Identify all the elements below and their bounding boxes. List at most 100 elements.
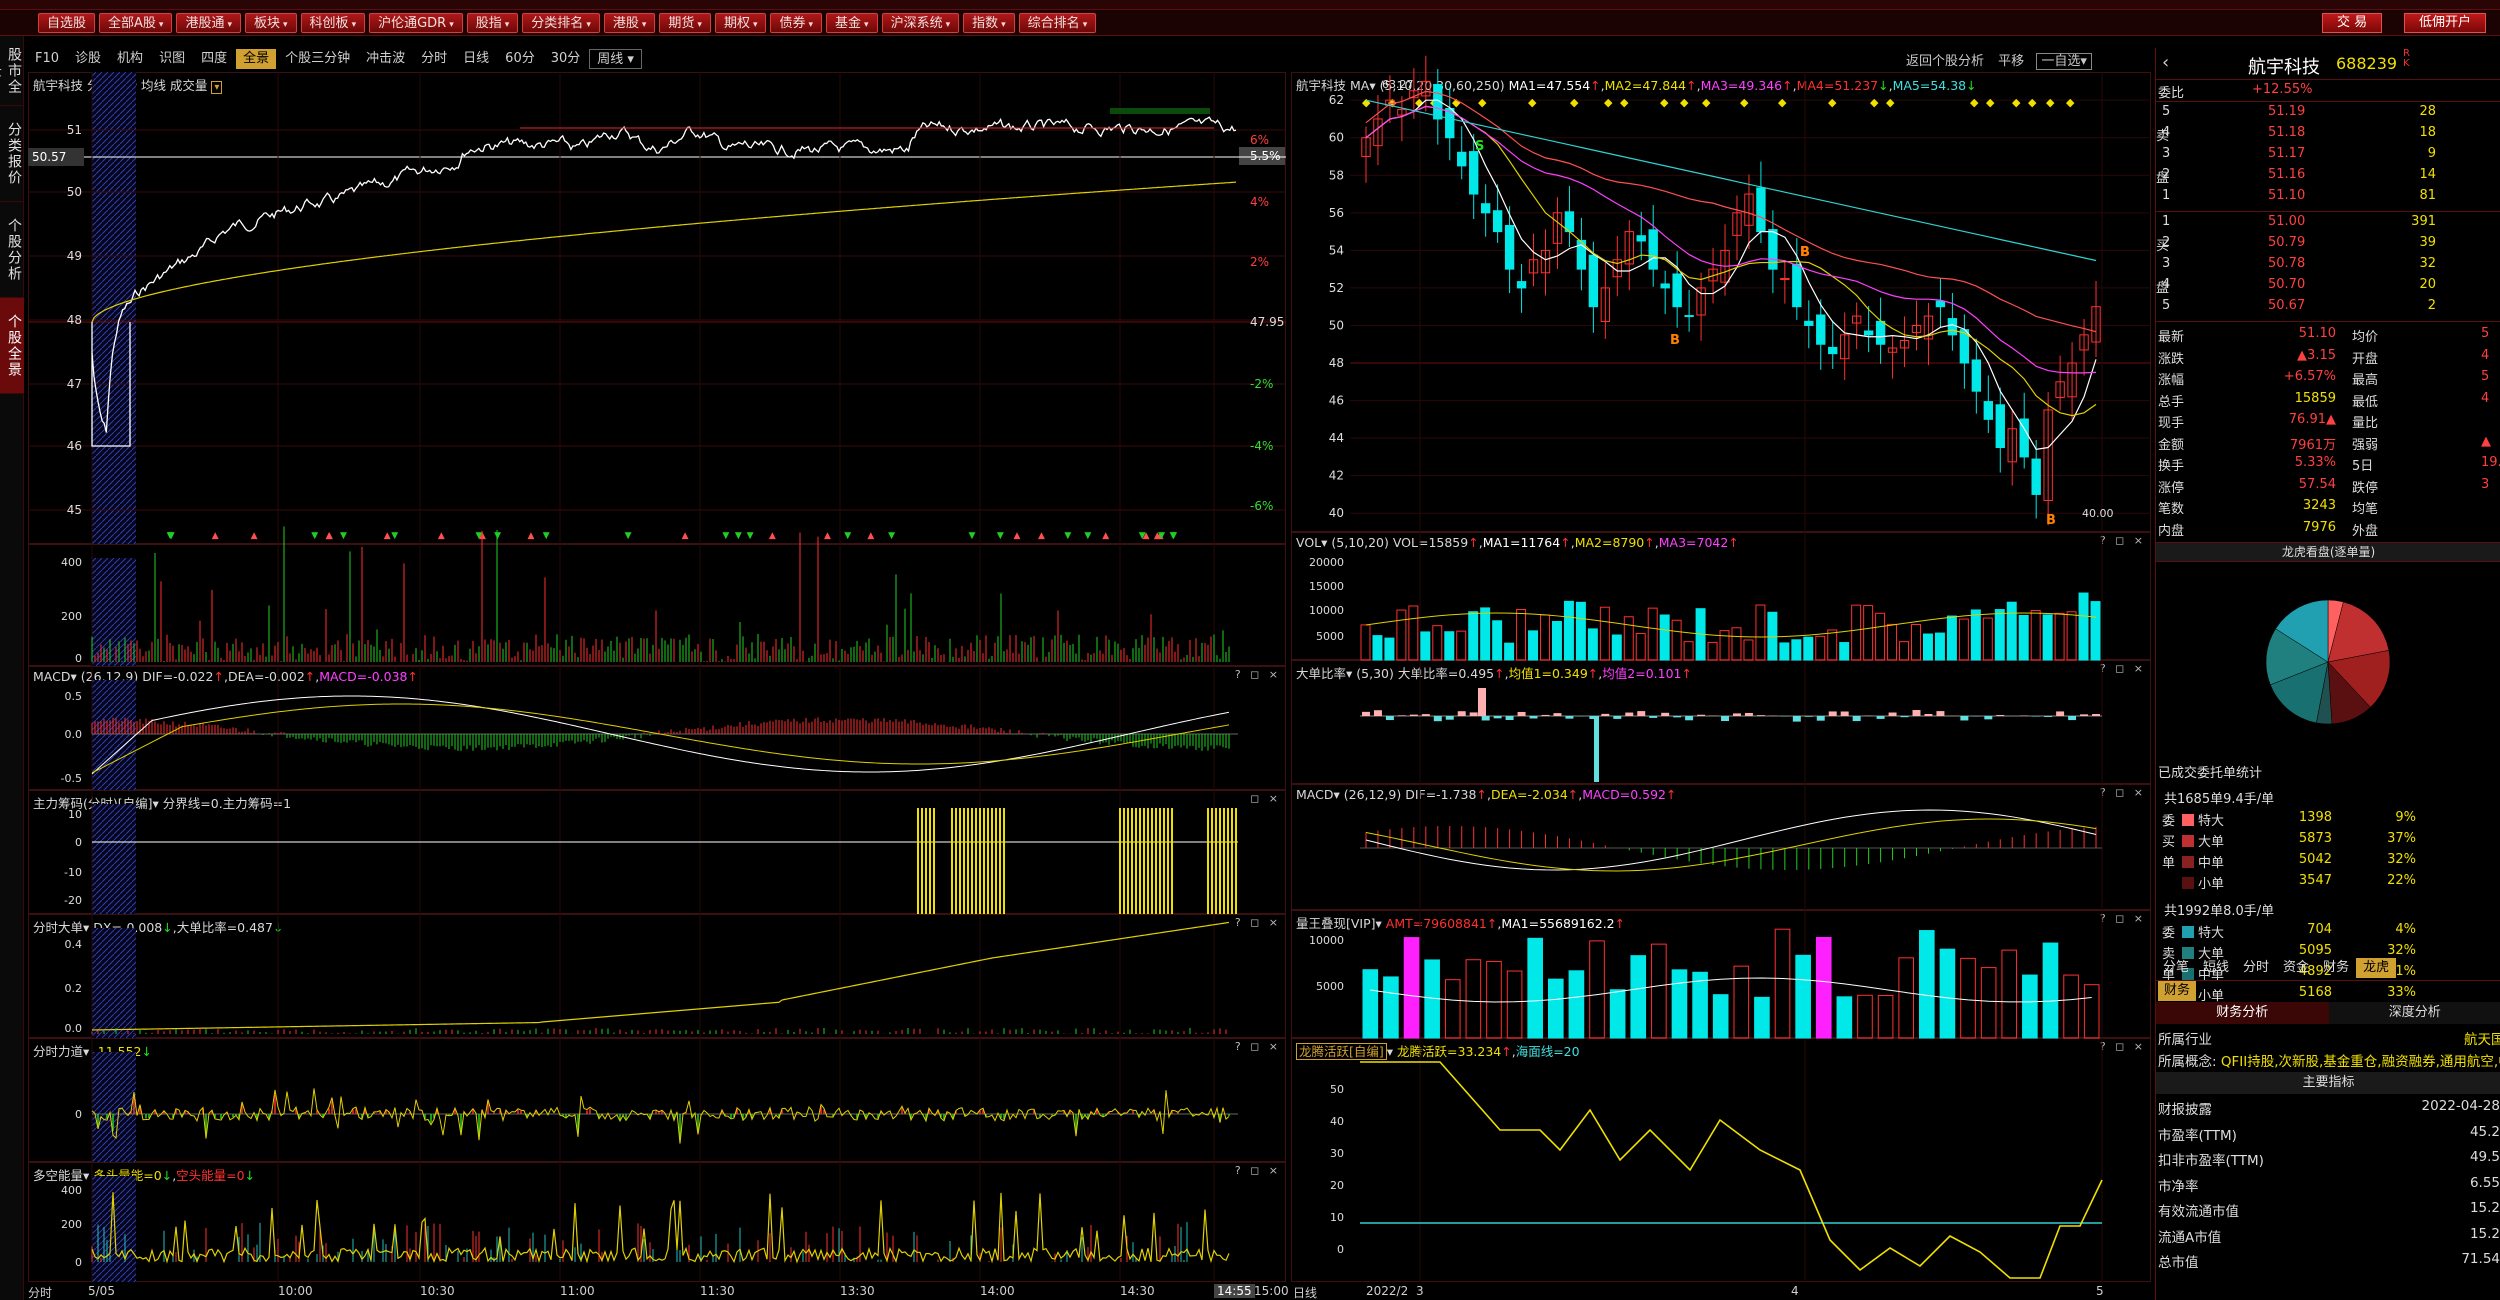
fin-label: 市盈率(TTM): [2158, 1127, 2237, 1144]
diamond-marker: ◆: [1660, 96, 1669, 109]
info-tab-3[interactable]: 资金: [2276, 958, 2316, 978]
vip-bar: [2001, 949, 2018, 1039]
kvol-bar: [1384, 637, 1395, 661]
date-axis: 日线 2022/2 3 4 5: [1291, 1282, 2151, 1300]
bid-level: 3: [2162, 256, 2171, 271]
kvol-bar: [1540, 614, 1550, 661]
date-tick[interactable]: 日线: [1293, 1284, 1317, 1300]
divider: [2156, 321, 2500, 322]
order-volume: 5042: [2298, 852, 2332, 867]
kvol-bar: [1468, 611, 1479, 661]
ratio-bar: [1936, 711, 1945, 716]
app-window: { "menu":["自选股","全部A股","港股通","板块","科创板",…: [0, 0, 2500, 1300]
ask-volume: 18: [2419, 125, 2436, 140]
kvol-bar: [1803, 636, 1814, 661]
order-pct: 9%: [2395, 810, 2416, 825]
finance-tab[interactable]: 财务: [2158, 981, 2197, 1001]
ratio-bar: [1984, 716, 1993, 720]
date-tick: 5: [2096, 1284, 2104, 1298]
kline-price-tick: 42: [1329, 469, 1344, 483]
order-pct: 37%: [2387, 831, 2416, 846]
kvol-bar: [1492, 620, 1503, 661]
kvol-bar: [1480, 607, 1491, 661]
diamond-marker: ◆: [1870, 96, 1879, 109]
diamond-marker: ◆: [1778, 96, 1787, 109]
bid-volume: 2: [2427, 298, 2436, 313]
ratio-spike: [1478, 688, 1486, 716]
ratio-bar: [2068, 716, 2077, 721]
candle-body: [1660, 283, 1670, 289]
quote-cell: 5.33%: [2294, 455, 2336, 470]
ratio-bar: [1673, 716, 1682, 718]
info-tab-2[interactable]: 分时: [2236, 958, 2276, 978]
fin-value: 6.55: [2469, 1174, 2500, 1191]
bid-volume: 391: [2411, 214, 2436, 229]
candle-body: [1469, 151, 1479, 195]
kvol-bar: [1887, 623, 1898, 661]
order-pct: 32%: [2387, 852, 2416, 867]
quote-cell: 7961万: [2289, 437, 2336, 453]
info-tab-1[interactable]: 短线: [2196, 958, 2236, 978]
stock-header: ‹ 航宇科技 688239 R K: [2156, 48, 2500, 80]
candle-body: [1480, 203, 1491, 214]
legend-swatch: [2182, 856, 2194, 868]
back-arrow-icon[interactable]: ‹: [2162, 52, 2169, 73]
ratio-bar: [1733, 713, 1741, 716]
kline-price-tick: 56: [1329, 206, 1344, 220]
kvol-bar: [1516, 608, 1527, 661]
order-total: 共1685单9.4手/单: [2164, 792, 2275, 807]
order-pct: 4%: [2395, 922, 2416, 937]
side-label: 委: [2162, 814, 2176, 829]
fin-value: 45.2: [2469, 1123, 2500, 1140]
vip-bar: [1506, 970, 1523, 1039]
deep-analysis-tab[interactable]: 深度分析: [2328, 1002, 2500, 1024]
date-tick: 4: [1791, 1284, 1799, 1298]
stock-name: 航宇科技: [2248, 57, 2320, 78]
vip-bar: [1815, 936, 1832, 1039]
ratio-bar: [1912, 710, 1921, 716]
info-tab-0[interactable]: 分笔: [2156, 958, 2196, 978]
candle-body: [1947, 318, 1958, 336]
info-tab-5[interactable]: 龙虎: [2356, 958, 2397, 978]
kvol-bar: [1623, 616, 1634, 661]
candle-body: [1648, 229, 1658, 270]
kvol-bar: [1599, 606, 1610, 661]
kvol-bar: [1946, 615, 1957, 661]
quote-cell: 换手: [2158, 459, 2185, 474]
vip-bar: [1403, 937, 1420, 1039]
ratio-bar: [1852, 716, 1861, 722]
sell-disk-label: 盘: [2156, 171, 2170, 186]
order-volume: 704: [2307, 922, 2332, 937]
vip-bar: [1836, 996, 1853, 1039]
ratio-bar: [1409, 714, 1418, 716]
diamond-marker: ◆: [1702, 96, 1711, 109]
diamond-marker: ◆: [1570, 96, 1579, 109]
kvol-bar: [1707, 641, 1718, 661]
diamond-marker: ◆: [1828, 96, 1837, 109]
kvol-bar: [1791, 639, 1802, 661]
finance-analysis-tab[interactable]: 财务分析: [2156, 1002, 2329, 1024]
ratio-bar: [1481, 716, 1490, 721]
info-tab-4[interactable]: 财务: [2316, 958, 2356, 978]
quote-cell: 57.54: [2298, 476, 2336, 492]
ratio-bar: [1637, 711, 1646, 716]
kline-price-tick: 52: [1329, 281, 1344, 295]
candle-body: [1792, 263, 1802, 308]
candle-body: [1457, 151, 1467, 167]
dragon-tick: 20: [1330, 1179, 1344, 1192]
stock-flags: R K: [2403, 48, 2410, 69]
quote-cell: 总手: [2158, 394, 2185, 410]
webi-value: +12.55%: [2252, 82, 2313, 97]
kvol-bar: [1659, 614, 1670, 661]
ratio-bar: [2044, 716, 2053, 717]
kvol-bar: [1815, 635, 1826, 661]
kvol-bar: [1934, 632, 1945, 661]
kvol-bar: [1922, 633, 1933, 661]
bid-price: 50.67: [2268, 298, 2306, 313]
dragon-tick: 30: [1330, 1147, 1344, 1160]
kvol-bar: [1420, 631, 1431, 661]
industry-label: 所属行业: [2158, 1032, 2212, 1048]
candle-body: [1756, 187, 1766, 233]
candle-body: [1875, 320, 1886, 345]
order-volume: 3547: [2298, 873, 2332, 888]
